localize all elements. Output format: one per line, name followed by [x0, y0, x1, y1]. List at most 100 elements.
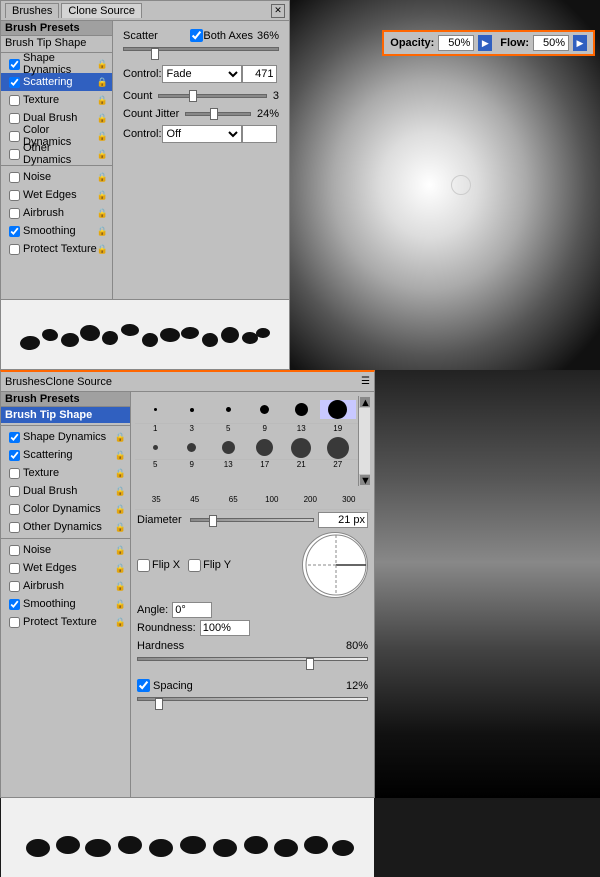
bottom-color-dynamics-check[interactable] [9, 504, 20, 515]
brush-cell-dot2[interactable] [174, 408, 211, 412]
diameter-slider[interactable] [190, 518, 314, 522]
top-noise-check[interactable] [9, 172, 20, 183]
bottom-smoothing-check[interactable] [9, 599, 20, 610]
top-brush-tip-header[interactable]: Brush Tip Shape [1, 36, 112, 50]
angle-wheel[interactable] [302, 532, 368, 598]
top-close-button[interactable]: ✕ [271, 4, 285, 18]
brush-cell-dot5[interactable] [283, 403, 320, 416]
bottom-protect-texture-check[interactable] [9, 617, 20, 628]
brush-grid-scrollbar[interactable]: ▲ ▼ [358, 396, 370, 486]
bottom-color-dynamics[interactable]: Color Dynamics 🔒 [1, 500, 130, 518]
br-35[interactable]: 35 [137, 495, 176, 504]
bottom-dual-brush-check[interactable] [9, 486, 20, 497]
bottom-other-dynamics-check[interactable] [9, 522, 20, 533]
bottom-smoothing[interactable]: Smoothing 🔒 [1, 595, 130, 613]
br-300[interactable]: 300 [330, 495, 369, 504]
flip-x-check[interactable] [137, 559, 150, 572]
bottom-menu-icon[interactable]: ☰ [361, 376, 370, 387]
brush-cell-dot4[interactable] [247, 405, 284, 414]
bottom-other-dynamics[interactable]: Other Dynamics 🔒 [1, 518, 130, 536]
bottom-scattering[interactable]: Scattering 🔒 [1, 446, 130, 464]
bottom-noise-check[interactable] [9, 545, 20, 556]
roundness-input[interactable] [200, 620, 250, 636]
bottom-clone-source-tab[interactable]: Clone Source [45, 376, 112, 388]
brush-cell-dot3[interactable] [210, 407, 247, 412]
bottom-texture-check[interactable] [9, 468, 20, 479]
br-65[interactable]: 65 [214, 495, 253, 504]
flip-y-label[interactable]: Flip Y [188, 559, 231, 572]
flow-input[interactable] [533, 35, 569, 51]
top-other-dynamics-check[interactable] [9, 149, 20, 160]
bottom-airbrush[interactable]: Airbrush 🔒 [1, 577, 130, 595]
top-wet-edges[interactable]: Wet Edges 🔒 [1, 186, 112, 204]
top-smoothing-check[interactable] [9, 226, 20, 237]
bottom-wet-edges[interactable]: Wet Edges 🔒 [1, 559, 130, 577]
top-protect-texture-check[interactable] [9, 244, 20, 255]
diameter-input[interactable] [318, 512, 368, 528]
top-scattering-check[interactable] [9, 77, 20, 88]
top-texture-check[interactable] [9, 95, 20, 106]
bottom-noise-label: Noise [23, 544, 51, 556]
brush-cell-1-3[interactable] [210, 441, 247, 454]
scatter-control2-num[interactable] [242, 125, 277, 143]
top-color-dynamics-check[interactable] [9, 131, 20, 142]
scatter-control-select[interactable]: Fade Off [162, 65, 242, 83]
bottom-brush-tip-header[interactable]: Brush Tip Shape [1, 407, 130, 423]
angle-input[interactable] [172, 602, 212, 618]
flip-row: Flip X Flip Y [135, 530, 370, 600]
both-axes-check[interactable] [190, 29, 203, 42]
hardness-slider-thumb[interactable] [306, 658, 314, 670]
brush-cell-dot6-selected[interactable] [320, 400, 357, 419]
scroll-down-button[interactable]: ▼ [360, 475, 370, 485]
scatter-control2-select[interactable]: Off Fade [162, 125, 242, 143]
br-100[interactable]: 100 [253, 495, 292, 504]
spacing-slider-track[interactable] [137, 697, 368, 701]
brush-cell-1-5[interactable] [283, 438, 320, 458]
top-wet-edges-check[interactable] [9, 190, 20, 201]
spacing-slider-thumb[interactable] [155, 698, 163, 710]
bottom-airbrush-lock: 🔒 [115, 581, 126, 592]
top-airbrush-check[interactable] [9, 208, 20, 219]
top-texture[interactable]: Texture 🔒 [1, 91, 112, 109]
diameter-thumb[interactable] [209, 515, 217, 527]
bottom-texture[interactable]: Texture 🔒 [1, 464, 130, 482]
bottom-wet-edges-check[interactable] [9, 563, 20, 574]
brush-cell-1-6[interactable] [320, 437, 357, 459]
bottom-brushes-tab[interactable]: Brushes [5, 376, 45, 388]
top-shape-dynamics[interactable]: Shape Dynamics 🔒 [1, 55, 112, 73]
top-protect-texture[interactable]: Protect Texture 🔒 [1, 240, 112, 258]
top-shape-dynamics-check[interactable] [9, 59, 20, 70]
brush-cell-1-2[interactable] [174, 443, 211, 452]
scatter-slider-thumb[interactable] [151, 48, 159, 60]
brush-cell-1-4[interactable] [247, 439, 284, 456]
top-other-dynamics[interactable]: Other Dynamics 🔒 [1, 145, 112, 163]
br-200[interactable]: 200 [291, 495, 330, 504]
br-45[interactable]: 45 [176, 495, 215, 504]
spacing-check[interactable] [137, 679, 150, 692]
flip-y-check[interactable] [188, 559, 201, 572]
bottom-shape-dynamics[interactable]: Shape Dynamics 🔒 [1, 428, 130, 446]
bottom-noise[interactable]: Noise 🔒 [1, 541, 130, 559]
bottom-scattering-check[interactable] [9, 450, 20, 461]
count-slider-thumb[interactable] [189, 90, 197, 102]
top-smoothing[interactable]: Smoothing 🔒 [1, 222, 112, 240]
top-noise[interactable]: Noise 🔒 [1, 168, 112, 186]
bottom-protect-texture[interactable]: Protect Texture 🔒 [1, 613, 130, 631]
count-jitter-slider-thumb[interactable] [210, 108, 218, 120]
flip-x-label[interactable]: Flip X [137, 559, 180, 572]
brush-cell-1-1[interactable] [137, 445, 174, 450]
opacity-input[interactable] [438, 35, 474, 51]
bottom-dual-brush[interactable]: Dual Brush 🔒 [1, 482, 130, 500]
top-airbrush[interactable]: Airbrush 🔒 [1, 204, 112, 222]
hardness-slider-track[interactable] [137, 657, 368, 661]
bottom-shape-dynamics-check[interactable] [9, 432, 20, 443]
bottom-airbrush-check[interactable] [9, 581, 20, 592]
flow-increase-button[interactable]: ▶ [573, 35, 587, 51]
top-brushes-tab[interactable]: Brushes [5, 3, 59, 18]
top-dual-brush-check[interactable] [9, 113, 20, 124]
opacity-increase-button[interactable]: ▶ [478, 35, 492, 51]
scatter-control-num[interactable] [242, 65, 277, 83]
scroll-up-button[interactable]: ▲ [360, 397, 370, 407]
top-clone-source-tab[interactable]: Clone Source [61, 3, 142, 18]
brush-cell-dot1[interactable] [137, 408, 174, 411]
